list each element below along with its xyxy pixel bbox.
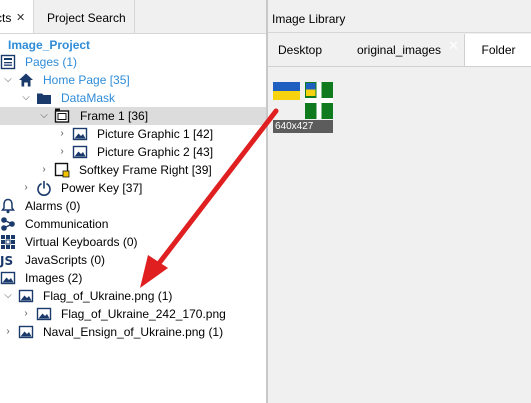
image-file-icon [36, 307, 52, 321]
chevron-right-icon[interactable]: › [21, 305, 31, 323]
communication-icon [1, 217, 15, 231]
svg-text:JS: JS [0, 254, 13, 268]
home-icon [19, 73, 33, 87]
alarms-label: Alarms (0) [25, 199, 81, 213]
image-library-tab-bar: Desktop original_images ✕ Folder [268, 34, 531, 67]
chevron-right-icon[interactable]: › [39, 161, 49, 179]
flag-of-ukraine-label: Flag_of_Ukraine.png (1) [43, 289, 173, 303]
chevron-down-icon[interactable]: ⌵ [3, 287, 13, 305]
chevron-down-icon[interactable]: ⌵ [3, 71, 13, 89]
tab-project-search[interactable]: Project Search [34, 0, 135, 33]
ukraine-flag-blue-band [273, 82, 300, 91]
chevron-right-icon[interactable]: › [57, 125, 67, 143]
power-key-label: Power Key [37] [61, 181, 143, 195]
thumbnail-size-label: 640x427 [273, 120, 333, 133]
tab-folder[interactable]: Folder [464, 34, 531, 66]
tab-project-search-label: Project Search [47, 11, 126, 25]
naval-ensign-thumbnail[interactable] [305, 82, 333, 119]
virtual-keyboards-label: Virtual Keyboards (0) [25, 235, 138, 249]
tab-desktop-label: Desktop [278, 43, 323, 57]
picture-icon [72, 127, 88, 141]
tab-original-images-label: original_images [357, 43, 442, 57]
pages-icon [0, 54, 16, 70]
chevron-down-icon[interactable]: ⌵ [21, 89, 31, 107]
tree-item-javascripts[interactable]: JS JavaScripts (0) [0, 251, 266, 269]
picture-icon [72, 145, 88, 159]
tree-item-flag-of-ukraine-242-170[interactable]: › Flag_of_Ukraine_242_170.png [0, 305, 266, 323]
images-label: Images (2) [25, 271, 83, 285]
keyboard-icon [1, 235, 15, 249]
datamask-label: DataMask [61, 91, 116, 105]
javascript-icon: JS [0, 254, 13, 268]
image-file-icon [18, 289, 34, 303]
tree-item-picture-graphic-1[interactable]: › Picture Graphic 1 [42] [0, 125, 266, 143]
chevron-right-icon[interactable]: › [3, 323, 13, 341]
tree-item-images[interactable]: Images (2) [0, 269, 266, 287]
tree-item-alarms[interactable]: Alarms (0) [0, 197, 266, 215]
tree-item-communication[interactable]: Communication [0, 215, 266, 233]
image-library-title: Image Library [272, 12, 346, 26]
tab-folder-label: Folder [481, 43, 516, 57]
image-file-icon [18, 325, 34, 339]
picture-graphic-1-label: Picture Graphic 1 [42] [97, 127, 214, 141]
tree-item-softkey-frame-right[interactable]: › Softkey Frame Right [39] [0, 161, 266, 179]
javascripts-label: JavaScripts (0) [25, 253, 106, 267]
close-icon[interactable]: ✕ [448, 30, 459, 62]
tree-item-project[interactable]: Image_Project [0, 36, 266, 54]
image-library-title-bar: Image Library [268, 0, 531, 33]
tab-projects-label: cts [0, 11, 12, 25]
softkey-frame-icon [54, 162, 70, 178]
ukraine-flag-thumbnail[interactable] [273, 82, 300, 100]
project-tab-bar: cts ✕ Project Search [0, 0, 266, 34]
images-icon [0, 271, 16, 285]
chevron-right-icon[interactable]: › [57, 143, 67, 161]
pages-label: Pages (1) [25, 55, 78, 69]
tree-item-naval-ensign-of-ukraine[interactable]: › Naval_Ensign_of_Ukraine.png (1) [0, 323, 266, 341]
project-name: Image_Project [8, 38, 91, 52]
power-icon [37, 180, 51, 196]
datamask-folder-icon [37, 93, 51, 104]
tree-item-flag-of-ukraine[interactable]: ⌵ Flag_of_Ukraine.png (1) [0, 287, 266, 305]
tree-item-picture-graphic-2[interactable]: › Picture Graphic 2 [43] [0, 143, 266, 161]
tab-original-images[interactable]: original_images [357, 34, 441, 66]
picture-graphic-2-label: Picture Graphic 2 [43] [97, 145, 214, 159]
project-tree: Image_Project Pages (1) ⌵ Home Page [35]… [0, 34, 266, 403]
tree-item-datamask[interactable]: ⌵ DataMask [0, 89, 266, 107]
tree-item-virtual-keyboards[interactable]: Virtual Keyboards (0) [0, 233, 266, 251]
project-panel: cts ✕ Project Search Image_Project Pages… [0, 0, 266, 403]
close-icon[interactable]: ✕ [16, 0, 25, 36]
image-library-content: 640x427 [268, 67, 531, 403]
softkey-frame-right-label: Softkey Frame Right [39] [79, 163, 212, 177]
naval-ensign-of-ukraine-label: Naval_Ensign_of_Ukraine.png (1) [43, 325, 224, 339]
tree-item-pages[interactable]: Pages (1) [0, 53, 266, 71]
frame-icon [54, 108, 70, 123]
tree-item-home-page[interactable]: ⌵ Home Page [35] [0, 71, 266, 89]
ukraine-flag-yellow-band [273, 91, 300, 100]
tree-item-frame-1[interactable]: ⌵ Frame 1 [36] [0, 107, 266, 125]
tab-desktop[interactable]: Desktop [278, 34, 322, 66]
alarm-icon [1, 198, 15, 214]
chevron-down-icon[interactable]: ⌵ [39, 107, 49, 125]
home-page-label: Home Page [35] [43, 73, 130, 87]
communication-label: Communication [25, 217, 109, 231]
frame-1-label: Frame 1 [36] [80, 109, 149, 123]
flag-of-ukraine-242-170-label: Flag_of_Ukraine_242_170.png [61, 307, 226, 321]
chevron-right-icon[interactable]: › [21, 179, 31, 197]
tab-projects[interactable]: cts ✕ [0, 0, 34, 33]
image-library-panel: Image Library Desktop original_images ✕ … [268, 0, 531, 403]
tree-item-power-key[interactable]: › Power Key [37] [0, 179, 266, 197]
